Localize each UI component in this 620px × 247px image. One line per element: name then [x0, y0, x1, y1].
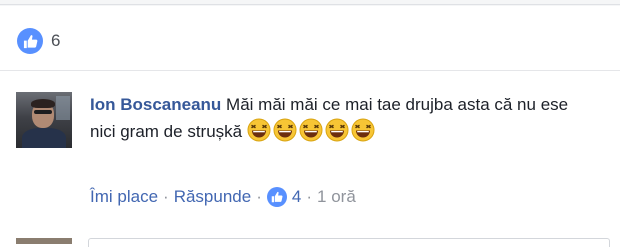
- separator-dot: ·: [306, 187, 313, 206]
- comment-like-count[interactable]: 4: [292, 187, 301, 207]
- comment-actions: Îmi place · Răspunde · 4 · 1 oră: [90, 184, 356, 210]
- reply-link[interactable]: Răspunde: [174, 187, 252, 207]
- laughing-emoji-icon: [351, 118, 375, 142]
- comment-body: Ion Boscaneanu Măi măi măi ce mai tae dr…: [90, 92, 590, 145]
- laughing-emoji-icon: [299, 118, 323, 142]
- comment-timestamp[interactable]: 1 oră: [317, 187, 356, 207]
- comment-author[interactable]: Ion Boscaneanu: [90, 95, 221, 114]
- laughing-emoji-icon: [325, 118, 349, 142]
- separator-dot: ·: [256, 187, 262, 206]
- reactions-summary[interactable]: 6: [17, 27, 60, 55]
- separator-dot: ·: [163, 187, 169, 206]
- top-border: [0, 0, 620, 5]
- avatar[interactable]: [16, 92, 72, 148]
- like-thumb-icon: [17, 28, 43, 54]
- like-thumb-icon[interactable]: [266, 187, 287, 207]
- like-link[interactable]: Îmi place: [90, 187, 158, 207]
- next-comment-avatar: [16, 238, 72, 244]
- laughing-emoji-icon: [273, 118, 297, 142]
- divider: [0, 70, 620, 71]
- reply-input-box[interactable]: [88, 238, 610, 247]
- laughing-emoji-icon: [247, 118, 271, 142]
- reaction-count: 6: [51, 31, 61, 50]
